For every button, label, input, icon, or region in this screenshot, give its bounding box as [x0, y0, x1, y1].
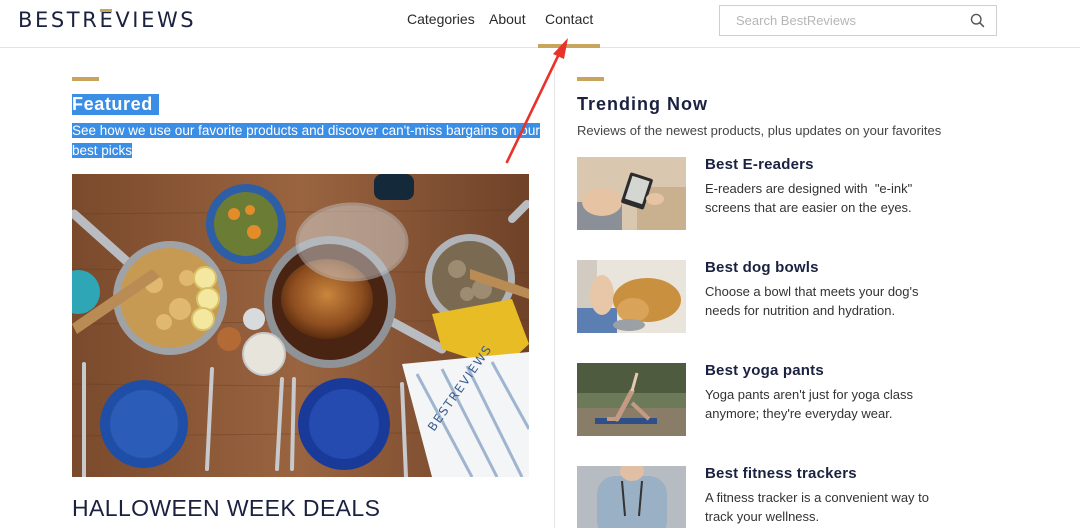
trending-item-description: Yoga pants aren't just for yoga class an…	[705, 387, 913, 421]
column-divider	[554, 66, 555, 528]
trending-thumbnail[interactable]	[577, 157, 686, 230]
featured-image[interactable]: BESTREVIEWS	[72, 174, 529, 477]
brand-logo[interactable]: BESTRE VIEWS	[18, 8, 196, 32]
search-icon[interactable]	[969, 12, 986, 29]
trending-item[interactable]: Best fitness trackers A fitness tracker …	[577, 465, 1057, 528]
trending-item-description: Choose a bowl that meets your dog's need…	[705, 284, 919, 318]
trending-subtitle: Reviews of the newest products, plus upd…	[577, 123, 942, 138]
trending-item[interactable]: Best yoga pants Yoga pants aren't just f…	[577, 362, 1057, 437]
trending-heading: Trending Now	[577, 94, 708, 114]
featured-accent-bar	[72, 77, 99, 81]
active-nav-indicator	[538, 44, 600, 48]
nav-contact[interactable]: Contact	[545, 11, 593, 27]
trending-accent-bar	[577, 77, 604, 81]
trending-item-description: E-readers are designed with "e-ink" scre…	[705, 181, 913, 215]
nav-categories[interactable]: Categories	[407, 11, 475, 27]
trending-item[interactable]: Best dog bowls Choose a bowl that meets …	[577, 259, 1057, 334]
nav-about[interactable]: About	[489, 11, 526, 27]
trending-item-title[interactable]: Best fitness trackers	[705, 465, 857, 482]
search-input[interactable]	[720, 6, 960, 35]
trending-thumbnail[interactable]	[577, 363, 686, 436]
trending-item-title[interactable]: Best yoga pants	[705, 362, 824, 379]
trending-item-title[interactable]: Best dog bowls	[705, 259, 819, 276]
trending-item-title[interactable]: Best E-readers	[705, 156, 814, 173]
featured-heading: Featured	[72, 94, 159, 115]
featured-description: See how we use our favorite products and…	[72, 123, 540, 158]
featured-headline[interactable]: HALLOWEEN WEEK DEALS	[72, 495, 380, 522]
trending-item-description: A fitness tracker is a convenient way to…	[705, 490, 929, 524]
site-header: BESTRE VIEWS Categories About Contact	[0, 0, 1080, 48]
trending-thumbnail[interactable]	[577, 260, 686, 333]
trending-thumbnail[interactable]	[577, 466, 686, 528]
search-box	[719, 5, 997, 36]
trending-item[interactable]: Best E-readers E-readers are designed wi…	[577, 156, 1057, 231]
